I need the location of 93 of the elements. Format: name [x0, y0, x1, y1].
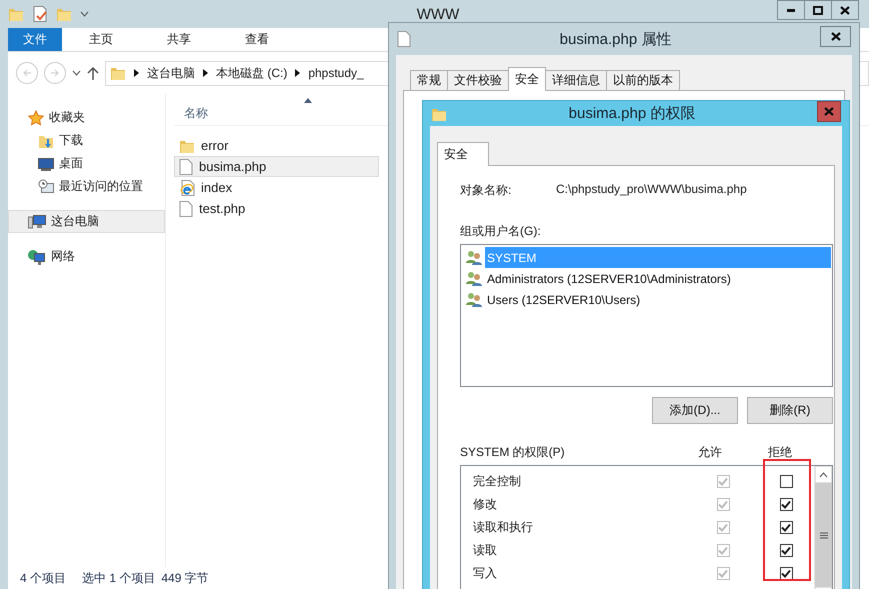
up-chevron-icon: [819, 472, 828, 478]
check-icon: [781, 546, 791, 555]
file-row[interactable]: error: [174, 135, 379, 156]
principal-name: Administrators (12SERVER10\Administrators): [486, 270, 732, 288]
file-row[interactable]: index: [174, 177, 379, 198]
nav-item[interactable]: 桌面: [8, 152, 165, 175]
maximize-icon: [813, 6, 823, 14]
document-icon: [179, 158, 193, 174]
check-icon: [718, 477, 728, 486]
up-button[interactable]: [87, 66, 99, 80]
back-arrow-icon: [22, 68, 32, 78]
item-count: 4 个项目: [20, 570, 66, 586]
folder-icon: [110, 65, 126, 81]
check-icon: [781, 523, 791, 532]
nav-item[interactable]: 收藏夹: [8, 106, 165, 129]
check-icon: [718, 500, 728, 509]
star-icon: [28, 110, 44, 126]
check-icon: [718, 546, 728, 555]
close-icon: [840, 6, 850, 14]
chevron-icon: [134, 69, 139, 77]
file-row[interactable]: busima.php: [174, 156, 379, 177]
users-icon: [466, 250, 483, 265]
dialog-button[interactable]: 删除(R): [747, 397, 833, 424]
forward-arrow-icon: [50, 68, 60, 78]
principal-name: Users (12SERVER10\Users): [486, 292, 642, 308]
nav-item[interactable]: 最近访问的位置: [8, 175, 165, 198]
maximize-button[interactable]: [804, 0, 832, 20]
minimize-icon: [787, 8, 795, 12]
dropdown-icon: [80, 11, 89, 17]
sort-caret-icon: [304, 98, 312, 103]
folder-icon: [56, 6, 72, 22]
monitor-icon: [38, 156, 54, 170]
breadcrumb-item[interactable]: 本地磁盘 (C:): [216, 64, 288, 82]
permission-name: 修改: [473, 496, 498, 513]
chevron-icon: [295, 69, 300, 77]
file-size: 449 字节: [161, 570, 209, 586]
deny-checkbox[interactable]: [780, 475, 792, 488]
grip-icon: [820, 532, 828, 538]
folder-icon: [8, 6, 24, 22]
users-icon: [466, 292, 483, 307]
scrollbar[interactable]: [814, 466, 832, 589]
dialog-button[interactable]: 添加(D)...: [652, 397, 738, 424]
up-arrow-icon: [87, 66, 99, 80]
deny-header: 拒绝: [767, 444, 793, 461]
close-button[interactable]: [820, 26, 851, 47]
permission-name: 读取: [473, 542, 498, 559]
check-icon: [718, 523, 728, 532]
users-icon: [466, 271, 483, 286]
deny-checkbox[interactable]: [780, 521, 792, 534]
permissions-label: SYSTEM 的权限(P): [460, 444, 566, 461]
dialog-title: busima.php 属性: [558, 30, 672, 48]
check-icon: [718, 569, 728, 578]
nav-item[interactable]: 这台电脑: [8, 210, 165, 233]
selection-info: 选中 1 个项目: [82, 570, 156, 586]
dialog-title: busima.php 的权限: [568, 104, 696, 123]
object-path: C:\phpstudy_pro\WWW\busima.php: [556, 182, 747, 198]
groups-label: 组或用户名(G):: [460, 223, 542, 240]
history-button[interactable]: [72, 70, 81, 76]
dropdown-icon: [72, 70, 81, 76]
tab[interactable]: 安全: [508, 67, 546, 91]
permission-name: 写入: [473, 565, 498, 582]
recent-places-icon: [38, 178, 54, 194]
principal-item[interactable]: Users (12SERVER10\Users): [462, 289, 831, 310]
permission-name: 读取和执行: [473, 519, 534, 536]
breadcrumb-item[interactable]: 这台电脑: [147, 64, 195, 82]
principal-item[interactable]: Administrators (12SERVER10\Administrators): [462, 268, 831, 289]
breadcrumb-item[interactable]: phpstudy_: [308, 66, 364, 80]
object-name-label: 对象名称:: [460, 182, 512, 199]
close-button[interactable]: [831, 0, 859, 20]
computer-icon: [28, 214, 46, 230]
nav-item[interactable]: 下载: [8, 129, 165, 152]
allow-header: 允许: [697, 444, 723, 461]
tab[interactable]: 以前的版本: [606, 70, 680, 91]
permission-name: 完全控制: [473, 473, 522, 490]
document-icon: [179, 200, 193, 216]
web-page-icon: [179, 180, 195, 196]
network-icon: [28, 248, 46, 264]
ribbon-tab[interactable]: 文件: [8, 28, 62, 51]
check-icon: [781, 500, 791, 509]
tab[interactable]: 常规: [410, 70, 448, 91]
close-icon: [830, 32, 840, 41]
check-icon: [781, 569, 791, 578]
close-icon: [824, 107, 834, 116]
chevron-icon: [203, 69, 208, 77]
properties-icon[interactable]: [32, 6, 48, 22]
minimize-button[interactable]: [777, 0, 805, 20]
nav-item[interactable]: 网络: [8, 245, 165, 268]
document-icon: [397, 31, 411, 47]
file-row[interactable]: test.php: [174, 198, 379, 219]
deny-checkbox[interactable]: [780, 498, 792, 511]
tab[interactable]: 安全: [437, 142, 489, 166]
deny-checkbox[interactable]: [780, 544, 792, 557]
window-title: WWW: [416, 6, 460, 22]
